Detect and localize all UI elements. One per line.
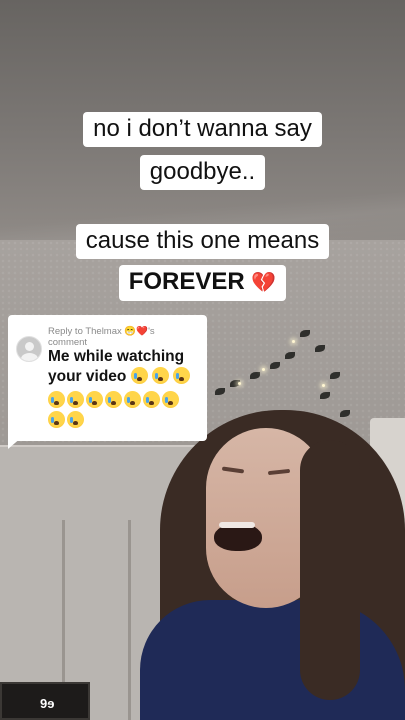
loudly-crying-face-icon (173, 367, 191, 384)
comment-line-2: your video (48, 367, 204, 387)
reply-to-suffix: 's (148, 326, 155, 337)
caption-line-4: FOREVER 💔 (118, 265, 287, 301)
string-light (322, 384, 325, 387)
caption-block-1: no i don’t wanna say (0, 112, 405, 147)
loudly-crying-face-icon (143, 391, 160, 408)
person-hoodie (140, 600, 405, 720)
comment-line-2-text: your video (48, 368, 127, 385)
caption-line-2: goodbye.. (139, 155, 266, 190)
caption-block-2b: FOREVER 💔 (0, 265, 405, 301)
loudly-crying-face-icon (124, 391, 141, 408)
loudly-crying-face-icon (105, 391, 122, 408)
caption-block-1b: goodbye.. (0, 155, 405, 190)
loudly-crying-face-icon (130, 367, 148, 384)
door-line (128, 520, 131, 720)
loudly-crying-face-icon (152, 367, 170, 384)
caption-line-4-text: FOREVER (128, 268, 245, 295)
emoji-row-1 (48, 391, 179, 408)
string-light (262, 368, 265, 371)
emoji-row-2 (48, 411, 84, 428)
reply-to-emojis: 😁❤️ (124, 326, 149, 337)
loudly-crying-face-icon (67, 411, 84, 428)
loudly-crying-face-icon (86, 391, 103, 408)
loudly-crying-face-icon (48, 411, 65, 428)
comment-card-tail (8, 437, 22, 449)
broken-heart-icon: 💔 (251, 272, 277, 294)
comment-text: Me while watching your video (48, 347, 204, 387)
caption-line-3: cause this one means (75, 224, 330, 259)
loudly-crying-face-icon (162, 391, 179, 408)
reply-comment-card[interactable]: Reply to Thelmax 😁❤️'s comment Me while … (8, 315, 207, 441)
reply-to-prefix: Reply to Thelmax (48, 326, 122, 337)
string-light (292, 340, 295, 343)
person-teeth (219, 522, 255, 528)
string-light (238, 382, 241, 385)
reply-to-label: Reply to Thelmax 😁❤️'s comment (48, 326, 155, 348)
caption-line-1: no i don’t wanna say (83, 112, 322, 147)
default-avatar-icon[interactable] (16, 336, 42, 362)
comment-line-1: Me while watching (48, 348, 185, 365)
caption-block-2: cause this one means (0, 224, 405, 259)
frame-text: 9ɘ (40, 696, 55, 711)
picture-frame: 9ɘ (0, 682, 90, 720)
loudly-crying-face-icon (67, 391, 84, 408)
person-hair-strand (300, 440, 360, 700)
loudly-crying-face-icon (48, 391, 65, 408)
